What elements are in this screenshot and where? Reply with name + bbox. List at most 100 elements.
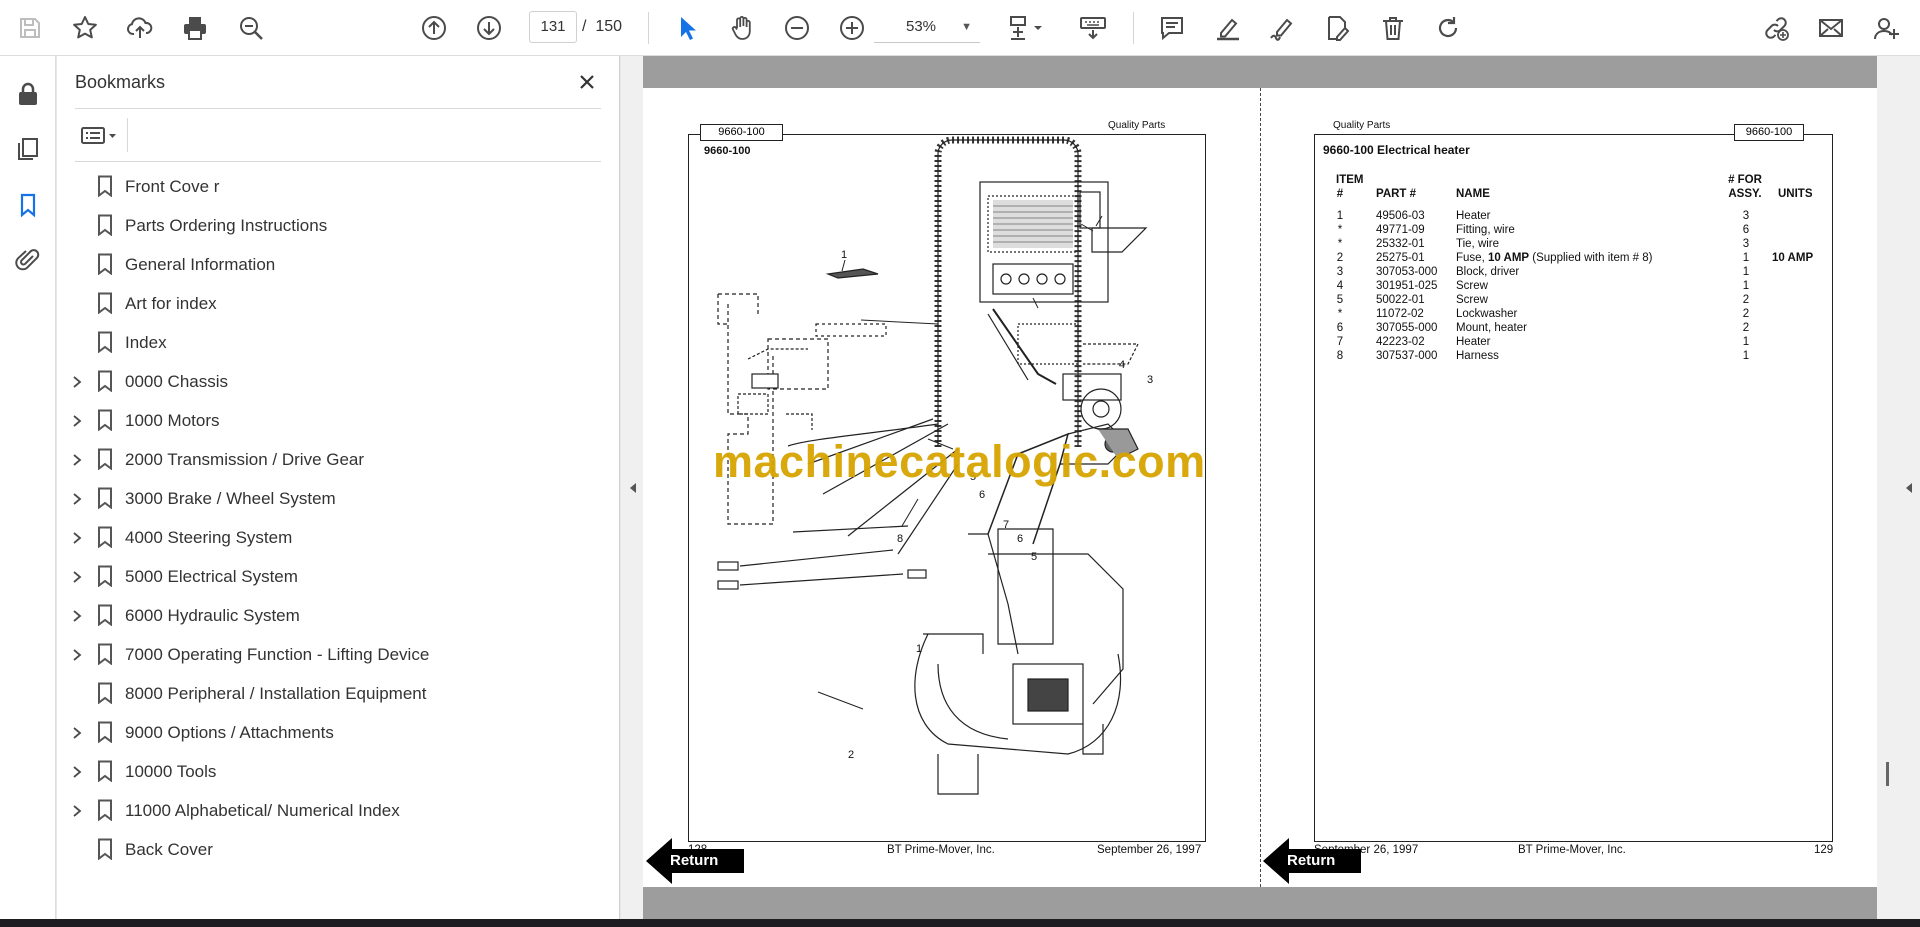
bookmark-item[interactable]: Parts Ordering Instructions: [57, 206, 620, 245]
collapse-left-panel-icon[interactable]: [627, 478, 639, 498]
part-number: 49771-09: [1376, 224, 1425, 236]
bookmark-label: General Information: [125, 255, 276, 274]
bookmark-item[interactable]: 11000 Alphabetical/ Numerical Index: [57, 791, 620, 830]
sign-icon[interactable]: [1264, 10, 1300, 46]
bookmark-item[interactable]: 9000 Options / Attachments: [57, 713, 620, 752]
bookmark-item[interactable]: 1000 Motors: [57, 401, 620, 440]
expand-right-panel-icon[interactable]: [1903, 478, 1915, 498]
item-number: 8: [1336, 350, 1344, 362]
part-name: Block, driver: [1456, 266, 1520, 278]
left-footer-date: September 26, 1997: [1097, 844, 1202, 856]
bookmark-item[interactable]: Back Cover: [57, 830, 620, 869]
arrow-up-icon[interactable]: [416, 10, 452, 46]
bookmark-item[interactable]: 5000 Electrical System: [57, 557, 620, 596]
zoom-search-icon[interactable]: [233, 10, 269, 46]
heater-assembly-diagram: 1 2 3 4 5 6 7 8 6 5 1: [717, 136, 1153, 795]
return-button-left[interactable]: Return: [646, 838, 744, 884]
bookmark-item[interactable]: 4000 Steering System: [57, 518, 620, 557]
part-name: Tie, wire: [1456, 238, 1500, 250]
part-name-cell: Mount, heater: [1456, 322, 1527, 334]
chevron-right-icon[interactable]: [70, 374, 84, 390]
edit-pdf-icon[interactable]: [1319, 10, 1355, 46]
col-item: #: [1336, 188, 1344, 200]
page-thumbnails-icon[interactable]: [10, 131, 46, 167]
bookmark-item[interactable]: 8000 Peripheral / Installation Equipment: [57, 674, 620, 713]
select-cursor-icon[interactable]: [669, 10, 705, 46]
email-icon[interactable]: [1813, 10, 1849, 46]
arrow-down-icon[interactable]: [471, 10, 507, 46]
zoom-in-icon[interactable]: [834, 10, 870, 46]
bookmark-options-button[interactable]: [75, 118, 125, 152]
save-icon[interactable]: [12, 10, 48, 46]
attachment-icon[interactable]: [10, 242, 46, 278]
bookmark-item[interactable]: General Information: [57, 245, 620, 284]
part-name-cell: Lockwasher: [1456, 308, 1517, 320]
callout-label: 7: [1003, 519, 1009, 531]
print-icon[interactable]: [177, 10, 213, 46]
callout-label: 3: [1147, 374, 1153, 386]
part-name-note: (Supplied with item # 8): [1529, 252, 1653, 264]
part-number: 49506-03: [1376, 210, 1425, 222]
left-footer-company: BT Prime-Mover, Inc.: [887, 844, 995, 856]
bookmark-label: 6000 Hydraulic System: [125, 606, 300, 625]
bookmark-label: Index: [125, 333, 167, 352]
part-number: 50022-01: [1376, 294, 1425, 306]
part-name-cell: Heater: [1456, 336, 1491, 348]
bookmark-item[interactable]: 0000 Chassis: [57, 362, 620, 401]
bookmark-item[interactable]: Front Cove r: [57, 167, 620, 206]
bookmark-item[interactable]: 7000 Operating Function - Lifting Device: [57, 635, 620, 674]
bookmark-icon: [98, 487, 112, 509]
part-name: Heater: [1456, 336, 1491, 348]
callout-label: 6: [1017, 533, 1023, 545]
bookmark-item[interactable]: 3000 Brake / Wheel System: [57, 479, 620, 518]
part-name: Lockwasher: [1456, 308, 1518, 320]
link-icon[interactable]: [1758, 10, 1794, 46]
item-number: 4: [1336, 280, 1344, 292]
rotate-icon[interactable]: [1430, 10, 1466, 46]
bookmark-item[interactable]: 6000 Hydraulic System: [57, 596, 620, 635]
lock-icon[interactable]: [10, 76, 46, 112]
bookmark-item[interactable]: 2000 Transmission / Drive Gear: [57, 440, 620, 479]
chevron-right-icon[interactable]: [70, 491, 84, 507]
hand-icon[interactable]: [724, 10, 760, 46]
bookmark-icon: [98, 409, 112, 431]
col-name: NAME: [1456, 188, 1490, 200]
zoom-level-select[interactable]: 53% ▼: [874, 11, 980, 43]
part-name: Fuse,: [1456, 252, 1488, 264]
star-icon[interactable]: [67, 10, 103, 46]
bookmark-item[interactable]: 10000 Tools: [57, 752, 620, 791]
account-icon[interactable]: [1868, 10, 1904, 46]
chevron-right-icon[interactable]: [70, 530, 84, 546]
quantity: 3: [1742, 238, 1750, 250]
chevron-right-icon[interactable]: [70, 569, 84, 585]
chevron-right-icon[interactable]: [70, 452, 84, 468]
callout-label: 1: [916, 643, 922, 655]
bookmark-label: 4000 Steering System: [125, 528, 293, 547]
page-number-input[interactable]: 131: [529, 11, 577, 43]
chevron-right-icon[interactable]: [70, 803, 84, 819]
bookmark-item[interactable]: Art for index: [57, 284, 620, 323]
fit-page-icon[interactable]: [1001, 10, 1051, 46]
bookmark-panel-icon[interactable]: [10, 187, 46, 223]
callout-label: 8: [897, 533, 903, 545]
bookmark-item[interactable]: Index: [57, 323, 620, 362]
item-number: 2: [1336, 252, 1344, 264]
keyboard-scroll-icon[interactable]: [1072, 10, 1114, 46]
upload-icon[interactable]: [122, 10, 158, 46]
delete-icon[interactable]: [1375, 10, 1411, 46]
close-icon[interactable]: [573, 68, 601, 96]
scrollbar-thumb[interactable]: [1886, 762, 1889, 786]
chevron-right-icon[interactable]: [70, 725, 84, 741]
part-name: Harness: [1456, 350, 1499, 362]
chevron-right-icon[interactable]: [70, 413, 84, 429]
bookmark-icon: [98, 643, 112, 665]
right-page-header: Quality Parts: [1333, 120, 1391, 131]
highlight-icon[interactable]: [1210, 10, 1246, 46]
chevron-right-icon[interactable]: [70, 647, 84, 663]
return-button-right[interactable]: Return: [1263, 838, 1361, 884]
chevron-right-icon[interactable]: [70, 764, 84, 780]
bookmark-icon: [98, 760, 112, 782]
comment-icon[interactable]: [1154, 10, 1190, 46]
zoom-out-icon[interactable]: [779, 10, 815, 46]
chevron-right-icon[interactable]: [70, 608, 84, 624]
